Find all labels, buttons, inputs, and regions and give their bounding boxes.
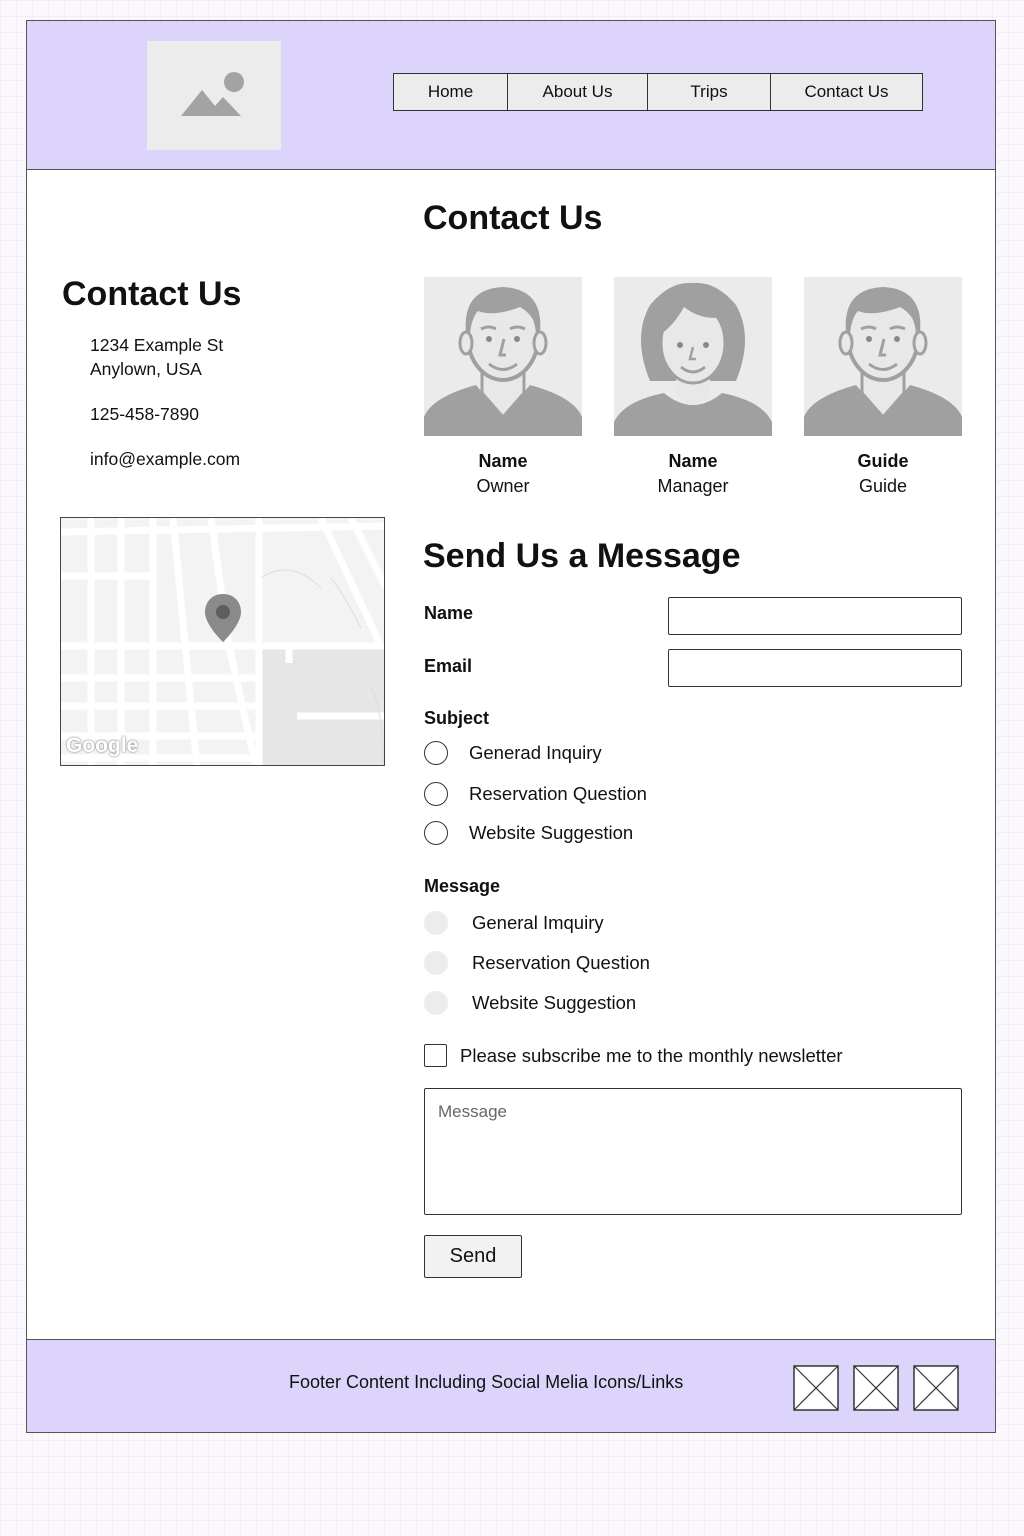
nav-contact-us[interactable]: Contact Us (771, 74, 922, 110)
address-line-1: 1234 Example St (90, 335, 224, 355)
team-member-card: Name Manager (614, 277, 772, 497)
image-placeholder-icon (181, 71, 244, 116)
nav-home[interactable]: Home (394, 74, 508, 110)
team-member-role: Owner (476, 476, 530, 496)
logo[interactable] (147, 41, 281, 150)
radio-button[interactable] (424, 911, 448, 935)
message-option-label: Reservation Question (472, 952, 650, 973)
map[interactable]: Google (60, 517, 385, 766)
message-textarea[interactable]: Message (424, 1088, 962, 1215)
team-member-name: Name (478, 451, 528, 471)
page-title: Contact Us (423, 199, 603, 237)
newsletter-checkbox[interactable] (424, 1044, 447, 1067)
female-avatar-icon (614, 282, 772, 436)
social-placeholder-icon[interactable] (913, 1365, 959, 1411)
map-pin-icon (205, 594, 241, 642)
subject-option-label: Website Suggestion (469, 822, 634, 843)
message-option-label: General Imquiry (472, 912, 604, 933)
email-field[interactable] (668, 649, 962, 687)
address-line-2: Anylown, USA (90, 359, 202, 379)
page-frame: Home About Us Trips Contact Us Contact U… (26, 20, 996, 1433)
radio-button[interactable] (424, 741, 448, 765)
nav-about-us[interactable]: About Us (508, 74, 648, 110)
sidebar-title: Contact Us (62, 275, 242, 313)
male-avatar-icon (804, 287, 962, 436)
site-footer: Footer Content Including Social Melia Ic… (27, 1339, 995, 1432)
radio-button[interactable] (424, 951, 448, 975)
social-placeholder-icon[interactable] (853, 1365, 899, 1411)
subject-option-label: Generad Inquiry (469, 742, 602, 763)
social-placeholder-icon[interactable] (793, 1365, 839, 1411)
radio-button[interactable] (424, 991, 448, 1015)
team-member-role: Manager (657, 476, 729, 496)
male-avatar-icon (424, 287, 582, 436)
name-label: Name (424, 603, 474, 623)
subject-option-label: Reservation Question (469, 783, 647, 804)
avatar (804, 277, 962, 436)
team-member-role: Guide (858, 476, 908, 496)
email-address[interactable]: info@example.com (90, 447, 240, 471)
footer-text: Footer Content Including Social Melia Ic… (289, 1372, 684, 1392)
team-member-name: Name (668, 451, 718, 471)
radio-button[interactable] (424, 821, 448, 845)
message-option-label: Website Suggestion (472, 992, 637, 1013)
avatar (614, 277, 772, 436)
team-member-card: Name Owner (424, 277, 582, 497)
radio-button[interactable] (424, 782, 448, 806)
map-watermark: Google (66, 734, 139, 757)
form-title: Send Us a Message (423, 537, 741, 575)
subject-option[interactable]: Reservation Question (424, 782, 647, 806)
newsletter-label: Please subscribe me to the monthly newsl… (460, 1044, 843, 1066)
phone-number: 125-458-7890 (90, 404, 199, 424)
message-option[interactable]: Reservation Question (424, 951, 650, 975)
subject-label: Subject (424, 708, 490, 728)
subject-option[interactable]: Website Suggestion (424, 821, 633, 845)
team-member-card: Guide Guide (804, 277, 962, 497)
newsletter-row[interactable]: Please subscribe me to the monthly newsl… (424, 1044, 843, 1067)
email-label: Email (424, 656, 473, 676)
main-nav: Home About Us Trips Contact Us (393, 73, 923, 111)
message-label: Message (424, 876, 501, 896)
nav-trips[interactable]: Trips (648, 74, 771, 110)
site-header: Home About Us Trips Contact Us (27, 21, 995, 170)
avatar (424, 277, 582, 436)
team-member-name: Guide (857, 451, 909, 471)
message-option[interactable]: General Imquiry (424, 911, 604, 935)
name-field[interactable] (668, 597, 962, 635)
message-option[interactable]: Website Suggestion (424, 991, 636, 1015)
subject-option[interactable]: Generad Inquiry (424, 741, 602, 765)
send-button[interactable]: Send (424, 1235, 522, 1278)
